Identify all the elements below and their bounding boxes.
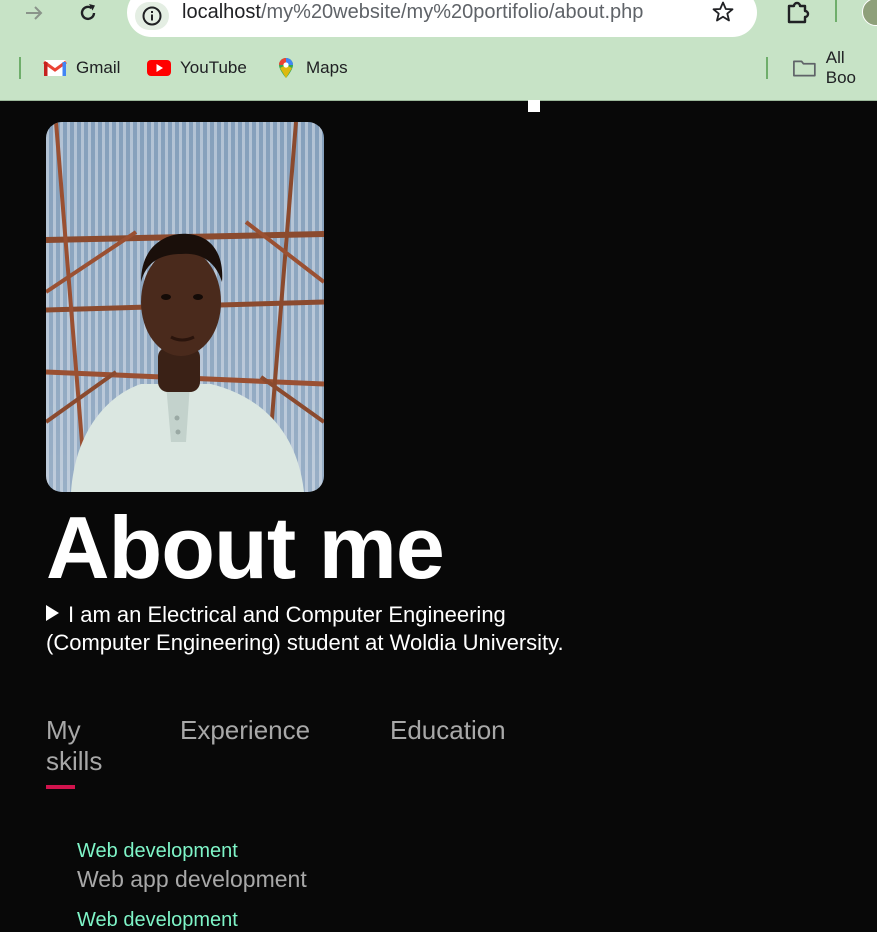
folder-icon bbox=[793, 60, 816, 77]
youtube-icon bbox=[147, 60, 171, 76]
extensions-button[interactable] bbox=[784, 0, 812, 31]
intro-text: I am an Electrical and Computer Engineer… bbox=[46, 602, 564, 655]
url-path: /my%20website/my%20portifolio/about.php bbox=[260, 1, 644, 23]
forward-button[interactable] bbox=[21, 0, 47, 26]
reload-button[interactable] bbox=[75, 0, 101, 26]
bookmark-label: YouTube bbox=[180, 58, 247, 77]
tab-education[interactable]: Education bbox=[390, 715, 506, 746]
maps-icon bbox=[279, 58, 293, 78]
profile-photo bbox=[46, 122, 324, 492]
page-title: About me bbox=[46, 498, 445, 597]
url-host: localhost bbox=[182, 1, 261, 23]
active-tab-underline bbox=[46, 785, 75, 789]
url-text: localhost/my%20website/my%20portifolio/a… bbox=[182, 1, 643, 24]
bookmark-label: Maps bbox=[306, 58, 348, 77]
puzzle-icon bbox=[787, 1, 810, 24]
bookmark-gmail[interactable]: Gmail bbox=[43, 56, 120, 80]
bookmark-youtube[interactable]: YouTube bbox=[147, 56, 247, 80]
site-info-button[interactable] bbox=[135, 2, 169, 30]
info-icon bbox=[142, 6, 162, 26]
triangle-bullet-icon bbox=[46, 605, 59, 621]
profile-avatar[interactable] bbox=[862, 0, 877, 26]
skill-title: Web development bbox=[77, 909, 238, 931]
tab-experience[interactable]: Experience bbox=[180, 715, 310, 746]
tab-my-skills[interactable]: My skills bbox=[46, 715, 116, 777]
star-icon bbox=[712, 1, 734, 22]
address-bar[interactable]: localhost/my%20website/my%20portifolio/a… bbox=[127, 0, 757, 37]
arrow-right-icon bbox=[26, 6, 43, 20]
gmail-icon bbox=[43, 60, 67, 76]
browser-chrome: localhost/my%20website/my%20portifolio/a… bbox=[0, 0, 877, 101]
bookmark-maps[interactable]: Maps bbox=[275, 56, 348, 80]
intro-paragraph: I am an Electrical and Computer Engineer… bbox=[46, 601, 566, 657]
bookmark-label: Gmail bbox=[76, 58, 121, 77]
skill-title: Web development bbox=[77, 840, 238, 862]
reload-icon bbox=[80, 4, 96, 21]
skill-description: Web app development bbox=[77, 866, 307, 892]
all-bookmarks-label: All Boo bbox=[825, 48, 856, 87]
profile-photo-image bbox=[46, 122, 324, 492]
toolbar-divider bbox=[835, 0, 837, 22]
all-bookmarks-button[interactable]: All Boo bbox=[792, 48, 877, 87]
text-cursor-mark bbox=[528, 100, 540, 112]
bookmarks-divider bbox=[766, 57, 768, 79]
bookmark-star-button[interactable] bbox=[711, 0, 735, 29]
bookmarks-divider bbox=[19, 57, 21, 79]
